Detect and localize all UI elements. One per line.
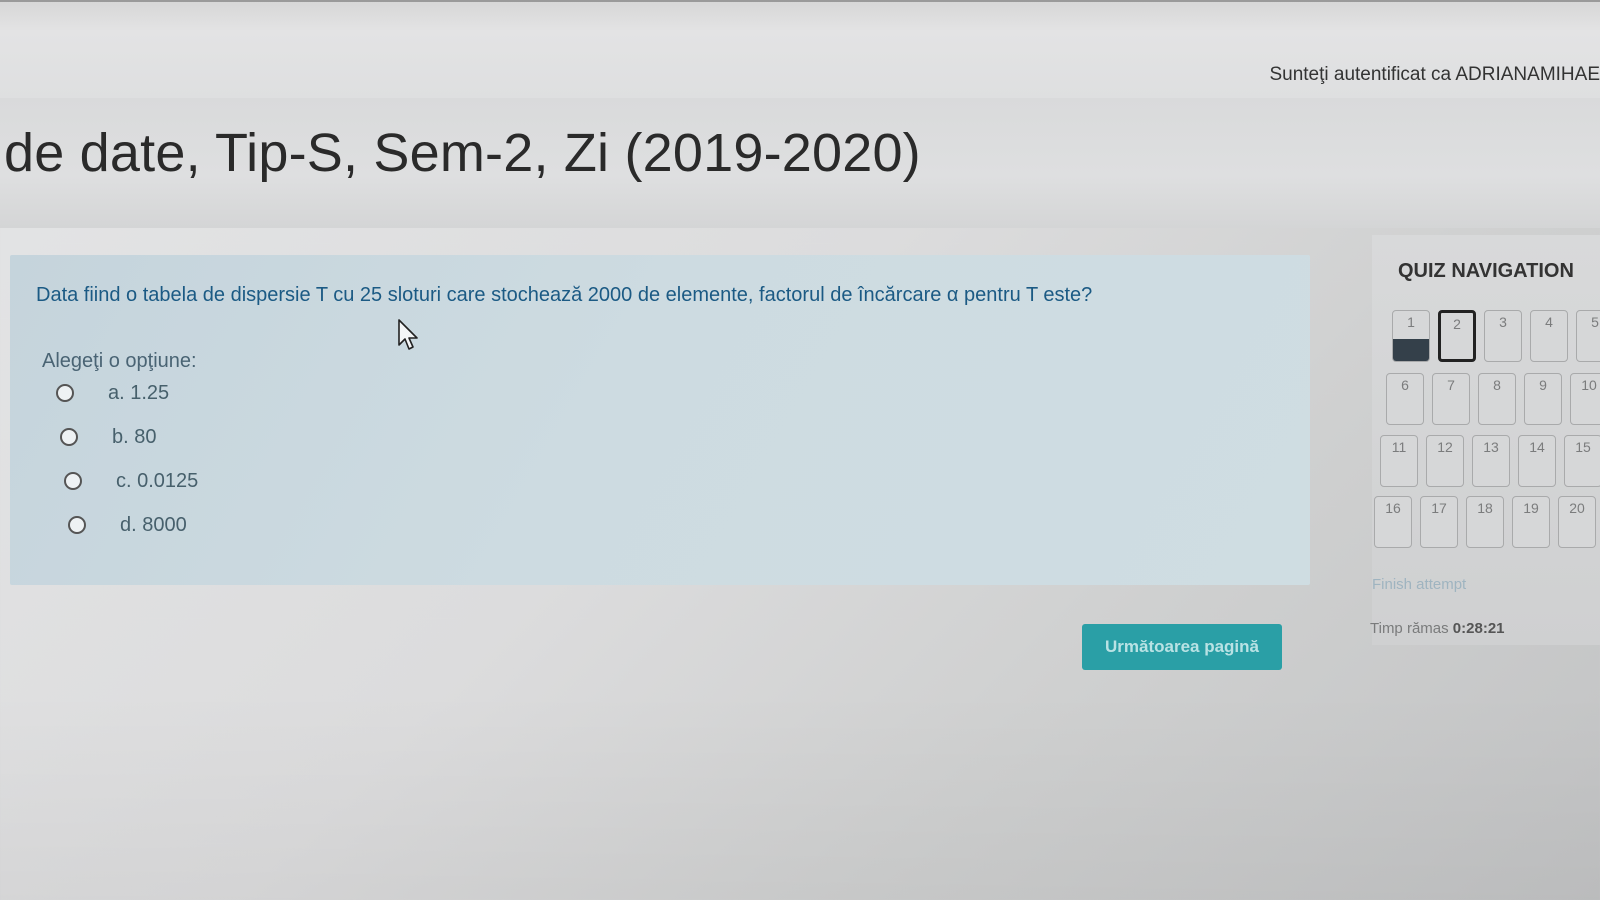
quiz-nav-button-15[interactable]: 15: [1564, 435, 1600, 487]
quiz-nav-button-13[interactable]: 13: [1472, 435, 1510, 487]
quiz-nav-number: 9: [1539, 377, 1547, 393]
quiz-nav-button-11[interactable]: 11: [1380, 435, 1418, 487]
quiz-nav-button-12[interactable]: 12: [1426, 435, 1464, 487]
quiz-nav-number: 14: [1529, 439, 1545, 455]
quiz-nav-button-18[interactable]: 18: [1466, 496, 1504, 548]
option-d-label: d. 8000: [120, 513, 187, 536]
radio-button-a[interactable]: [56, 384, 74, 402]
time-remaining-label: Timp rămas: [1370, 620, 1449, 637]
option-d[interactable]: d. 8000: [68, 512, 187, 538]
quiz-nav-button-6[interactable]: 6: [1386, 373, 1424, 425]
quiz-nav-number: 12: [1437, 439, 1453, 455]
question-text: Data fiind o tabela de dispersie T cu 25…: [36, 284, 1093, 306]
option-b-label: b. 80: [112, 425, 157, 448]
quiz-nav-button-5[interactable]: 5: [1576, 310, 1600, 362]
quiz-nav-number: 16: [1385, 500, 1401, 516]
quiz-nav-button-4[interactable]: 4: [1530, 310, 1568, 362]
finish-attempt-link[interactable]: Finish attempt: [1372, 576, 1466, 593]
quiz-nav-number: 17: [1431, 500, 1447, 516]
auth-status-text: Sunteţi autentificat ca ADRIANAMIHAE: [1269, 64, 1600, 85]
next-page-button[interactable]: Următoarea pagină: [1082, 624, 1282, 670]
quiz-nav-button-19[interactable]: 19: [1512, 496, 1550, 548]
quiz-nav-button-2[interactable]: 2: [1438, 310, 1476, 362]
option-c-label: c. 0.0125: [116, 469, 199, 492]
quiz-nav-button-8[interactable]: 8: [1478, 373, 1516, 425]
option-a[interactable]: a. 1.25: [56, 380, 169, 406]
option-c[interactable]: c. 0.0125: [64, 468, 198, 494]
answer-prompt-label: Alegeţi o opţiune:: [42, 350, 197, 372]
top-bar: Sunteţi autentificat ca ADRIANAMIHAE: [0, 0, 1600, 100]
quiz-nav-button-10[interactable]: 10: [1570, 373, 1600, 425]
quiz-nav-number: 10: [1581, 377, 1597, 393]
radio-button-c[interactable]: [64, 472, 82, 490]
time-remaining: Timp rămas 0:28:21: [1370, 620, 1505, 637]
quiz-nav-button-20[interactable]: 20: [1558, 496, 1596, 548]
quiz-nav-number: 18: [1477, 500, 1493, 516]
quiz-nav-button-16[interactable]: 16: [1374, 496, 1412, 548]
radio-button-d[interactable]: [68, 516, 86, 534]
quiz-nav-number: 6: [1401, 377, 1409, 393]
quiz-nav-button-9[interactable]: 9: [1524, 373, 1562, 425]
quiz-nav-button-14[interactable]: 14: [1518, 435, 1556, 487]
quiz-nav-number: 1: [1407, 314, 1415, 330]
time-remaining-value: 0:28:21: [1452, 620, 1505, 637]
quiz-nav-button-7[interactable]: 7: [1432, 373, 1470, 425]
quiz-navigation-title: QUIZ NAVIGATION: [1398, 260, 1574, 282]
option-a-label: a. 1.25: [108, 381, 170, 404]
quiz-nav-number: 19: [1523, 500, 1539, 516]
answered-indicator: [1393, 339, 1429, 361]
quiz-nav-button-17[interactable]: 17: [1420, 496, 1458, 548]
quiz-nav-number: 2: [1453, 316, 1461, 332]
quiz-nav-button-1[interactable]: 1: [1392, 310, 1430, 362]
mouse-cursor-icon: [398, 319, 418, 350]
quiz-nav-number: 8: [1493, 377, 1501, 393]
option-b[interactable]: b. 80: [60, 424, 156, 450]
radio-button-b[interactable]: [60, 428, 78, 446]
page-background: [0, 690, 1600, 900]
quiz-nav-number: 20: [1569, 500, 1585, 516]
page-title: de date, Tip-S, Sem-2, Zi (2019-2020): [4, 123, 921, 183]
quiz-nav-number: 11: [1391, 439, 1407, 455]
quiz-nav-number: 4: [1545, 314, 1553, 330]
quiz-nav-number: 13: [1483, 439, 1499, 455]
quiz-nav-number: 3: [1499, 314, 1507, 330]
quiz-nav-number: 7: [1447, 377, 1455, 393]
quiz-nav-button-3[interactable]: 3: [1484, 310, 1522, 362]
quiz-nav-number: 5: [1591, 314, 1599, 330]
quiz-nav-number: 15: [1575, 439, 1591, 455]
